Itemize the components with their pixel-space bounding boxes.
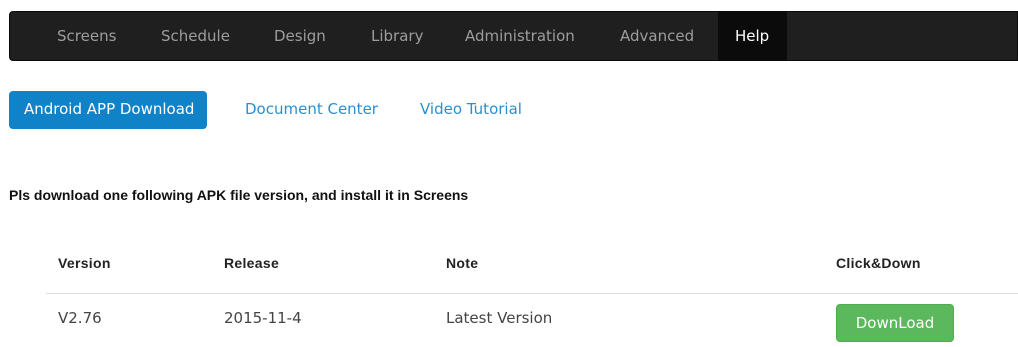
header-note: Note — [446, 255, 479, 271]
nav-item-schedule[interactable]: Schedule — [161, 12, 230, 60]
nav-item-advanced[interactable]: Advanced — [620, 12, 694, 60]
nav-item-help[interactable]: Help — [718, 12, 788, 60]
cell-note: Latest Version — [446, 309, 553, 327]
table-divider — [46, 293, 1018, 294]
download-instruction: Pls download one following APK file vers… — [9, 187, 469, 203]
tab-video-tutorial[interactable]: Video Tutorial — [420, 91, 522, 129]
top-navbar: Screens Schedule Design Library Administ… — [9, 11, 1018, 61]
nav-item-design[interactable]: Design — [274, 12, 326, 60]
nav-item-library[interactable]: Library — [371, 12, 423, 60]
nav-item-screens[interactable]: Screens — [57, 12, 116, 60]
download-button[interactable]: DownLoad — [836, 304, 954, 342]
header-release: Release — [224, 255, 280, 271]
cell-version: V2.76 — [58, 309, 102, 327]
header-version: Version — [58, 255, 111, 271]
nav-item-administration[interactable]: Administration — [465, 12, 575, 60]
header-click-down: Click&Down — [836, 255, 921, 271]
tab-android-app-download[interactable]: Android APP Download — [9, 91, 208, 129]
tab-document-center[interactable]: Document Center — [245, 91, 378, 129]
cell-release: 2015-11-4 — [224, 309, 302, 327]
